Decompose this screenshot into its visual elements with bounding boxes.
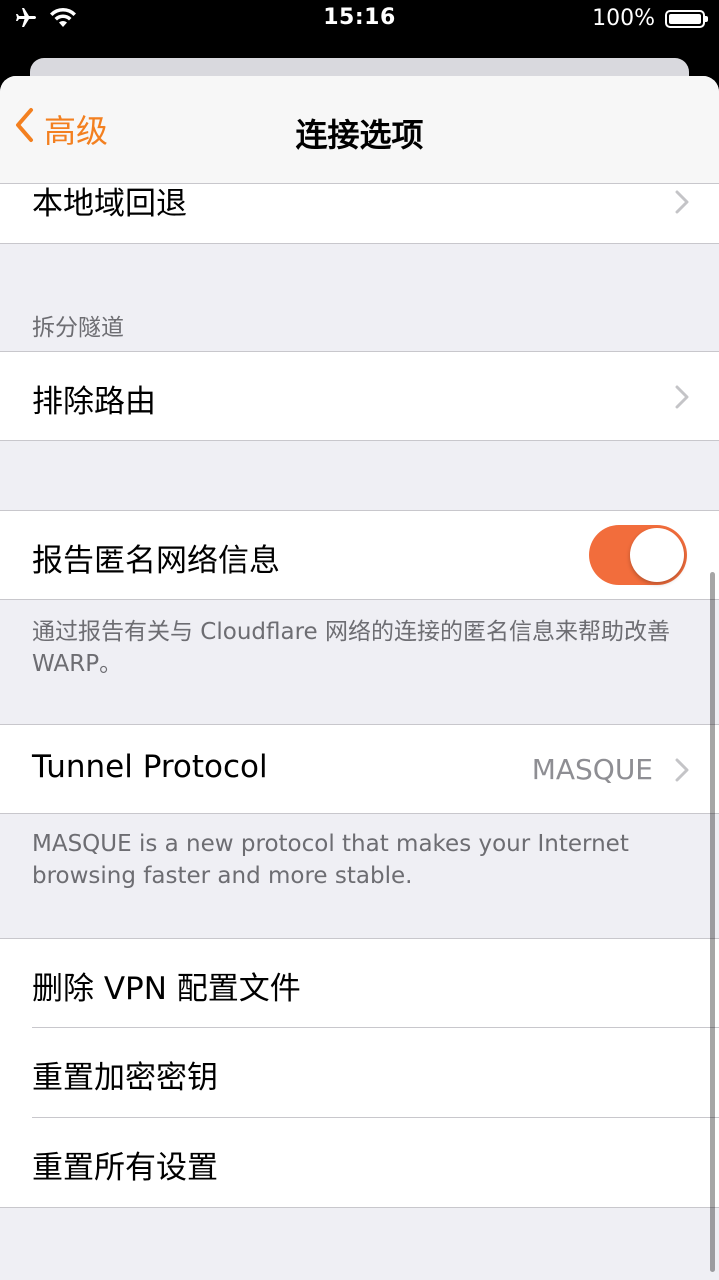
report-anonymous-info-footer: 通过报告有关与 Cloudflare 网络的连接的匿名信息来帮助改善 WARP。 <box>32 619 671 677</box>
settings-sheet: 高级 连接选项 本地域回退 拆分隧道 排除路由 报告匿名网络信息 通过报告有关与… <box>0 76 719 1280</box>
status-bar: 15:16 100% <box>0 0 719 40</box>
toggle-knob <box>630 528 684 582</box>
tunnel-protocol-value: MASQUE <box>531 753 653 786</box>
chevron-right-icon <box>675 385 689 409</box>
row-label: 删除 VPN 配置文件 <box>32 971 301 1007</box>
row-label: 排除路由 <box>32 384 156 420</box>
row-tunnel-protocol[interactable]: Tunnel Protocol MASQUE <box>0 724 719 814</box>
row-label: 重置加密密钥 <box>32 1060 218 1096</box>
tunnel-protocol-footer: MASQUE is a new protocol that makes your… <box>32 831 629 889</box>
page-title: 连接选项 <box>295 116 424 154</box>
battery-fill <box>669 13 701 24</box>
row-reset-all-settings[interactable]: 重置所有设置 <box>0 1118 719 1208</box>
report-anonymous-info-toggle[interactable] <box>589 525 687 585</box>
battery-icon <box>665 9 708 28</box>
scrollbar[interactable] <box>710 572 715 1272</box>
row-label: 本地域回退 <box>32 186 187 222</box>
row-exclude-routes[interactable]: 排除路由 <box>0 351 719 441</box>
chevron-right-icon <box>675 190 689 214</box>
row-report-anonymous-info: 报告匿名网络信息 <box>0 510 719 600</box>
row-delete-vpn-profile[interactable]: 删除 VPN 配置文件 <box>0 938 719 1028</box>
row-reset-encryption-keys[interactable]: 重置加密密钥 <box>0 1028 719 1118</box>
row-label: Tunnel Protocol <box>32 749 268 785</box>
status-right: 100% <box>592 6 708 31</box>
row-label: 重置所有设置 <box>32 1150 218 1186</box>
battery-percent: 100% <box>592 6 655 31</box>
row-label: 报告匿名网络信息 <box>32 543 280 579</box>
navigation-bar: 高级 连接选项 <box>0 76 719 184</box>
chevron-right-icon <box>675 758 689 782</box>
section-header-split-tunnel: 拆分隧道 <box>32 315 124 341</box>
